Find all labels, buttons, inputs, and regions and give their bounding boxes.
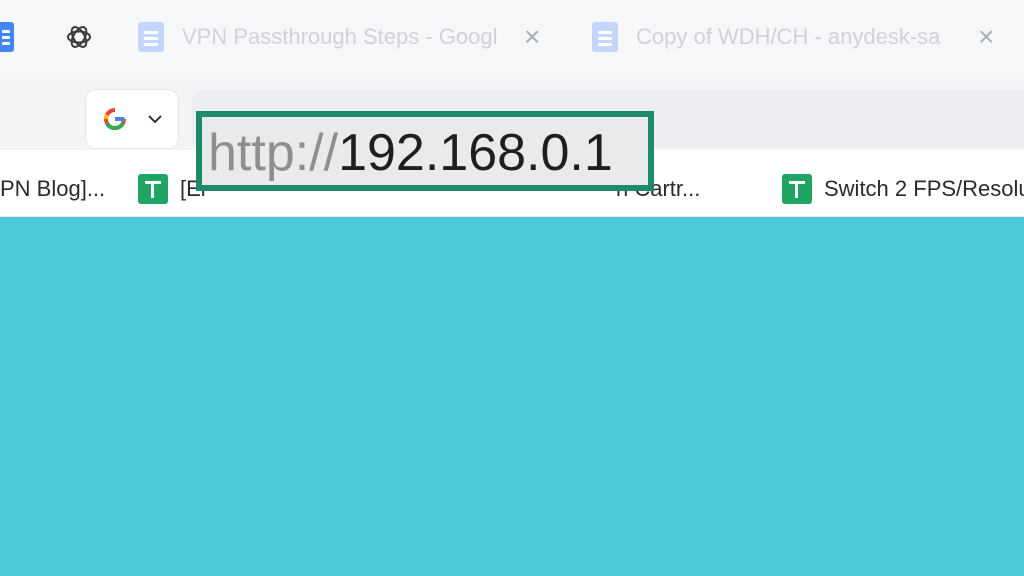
tab-title: Copy of WDH/CH - anydesk-sa (636, 24, 941, 49)
page-content (0, 217, 1024, 576)
google-icon (104, 108, 126, 131)
close-icon[interactable]: × (978, 22, 994, 52)
tab-strip: VPN Passthrough Steps - Googl × Copy of … (0, 0, 1024, 78)
search-engine-selector[interactable] (86, 90, 178, 148)
tab-vpn-passthrough[interactable]: VPN Passthrough Steps - Googl × (138, 14, 558, 60)
bookmark-label: PN Blog]... (0, 176, 106, 201)
tab-copy-of-wdh[interactable]: Copy of WDH/CH - anydesk-sa × (592, 14, 1024, 60)
close-icon[interactable]: × (524, 22, 540, 52)
chevron-down-icon (148, 115, 162, 124)
google-docs-icon (138, 22, 164, 52)
google-docs-icon (592, 22, 618, 52)
url-host: 192.168.0.1 (338, 124, 613, 182)
tab-title: VPN Passthrough Steps - Googl (182, 24, 498, 49)
google-sheets-icon (782, 174, 812, 204)
google-docs-icon[interactable] (0, 22, 14, 52)
chatgpt-icon[interactable] (64, 22, 94, 52)
google-sheets-icon (138, 174, 168, 204)
url-highlight-box: http://192.168.0.1 (196, 111, 654, 191)
url-text[interactable]: http://192.168.0.1 (208, 123, 613, 183)
url-scheme: http:// (208, 124, 339, 182)
bookmark-label: Switch 2 FPS/Resolu (824, 176, 1024, 201)
